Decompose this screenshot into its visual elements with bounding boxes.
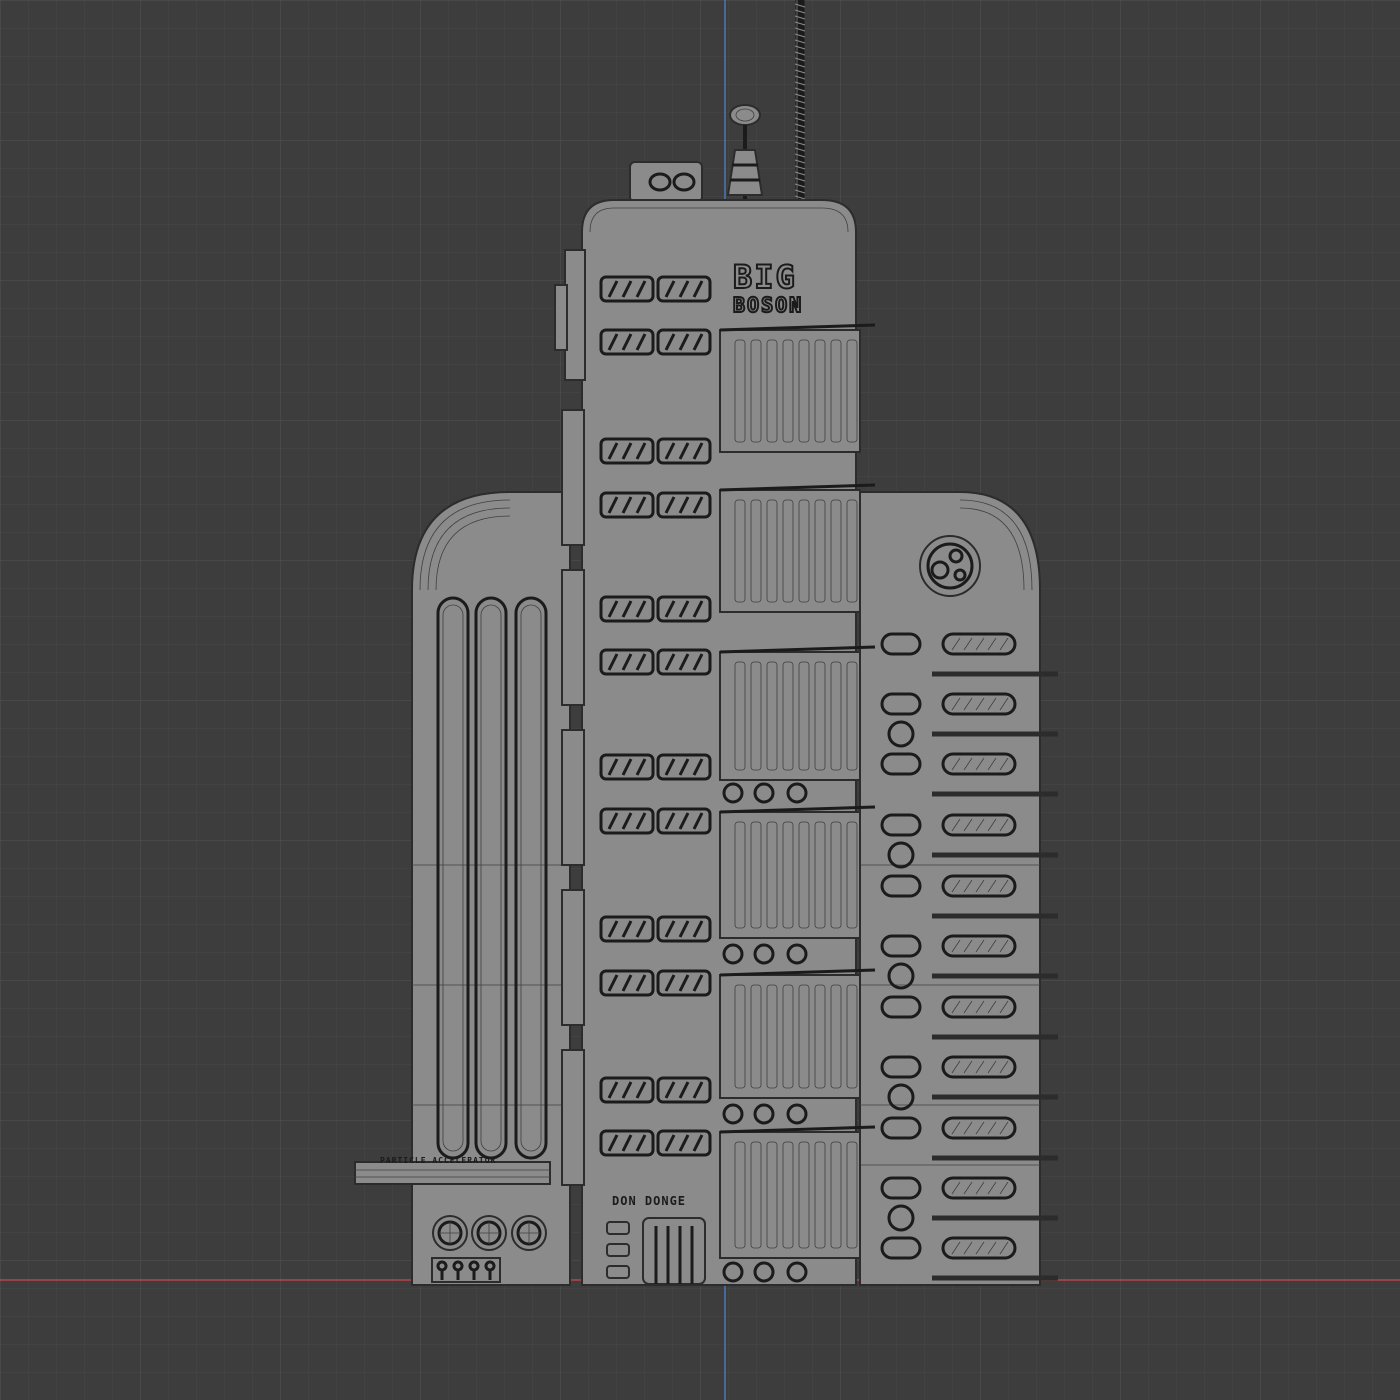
right-annex (859, 491, 1058, 1286)
logo-big: BIG (733, 258, 797, 296)
column-panel (719, 483, 876, 613)
gauge (511, 1215, 547, 1251)
column-panel (719, 1125, 876, 1259)
main-tower: BIG BOSON DON DONGE (554, 199, 876, 1286)
particle-plate: PARTICLE ACCELERATOR (380, 1156, 496, 1165)
valve-panel (431, 1257, 501, 1283)
column-panel (719, 968, 876, 1099)
column-panel (719, 805, 876, 939)
logo-boson: BOSON (733, 293, 803, 317)
column-panel (719, 323, 876, 453)
roof-unit (629, 161, 703, 203)
3d-viewport[interactable]: PARTICLE ACCELERATOR BIG BOSON DON DONGE (0, 0, 1400, 1400)
column-panel (719, 645, 876, 781)
entrance-vents (606, 1221, 630, 1279)
gauge (432, 1215, 468, 1251)
pressure-gauges (432, 1215, 547, 1251)
gear-emblem (919, 535, 981, 597)
entrance-plate: DON DONGE (612, 1194, 686, 1208)
gauge (471, 1215, 507, 1251)
viewport-canvas[interactable]: PARTICLE ACCELERATOR BIG BOSON DON DONGE (0, 0, 1400, 1400)
entrance-door (642, 1217, 706, 1285)
antenna-mast (794, 0, 806, 200)
